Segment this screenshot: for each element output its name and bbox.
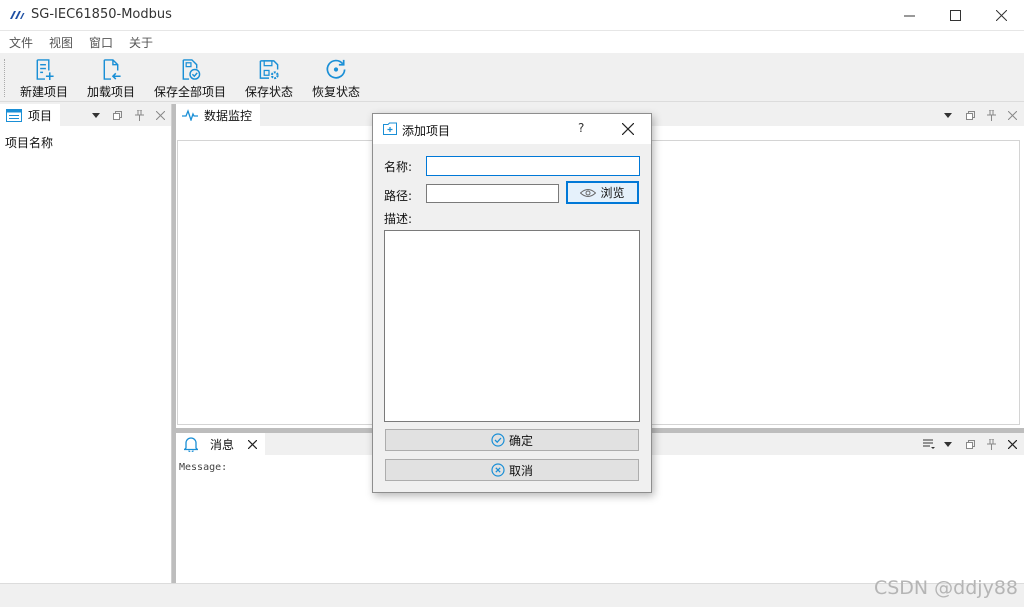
browse-button[interactable]: 浏览 (566, 181, 639, 204)
cancel-circle-icon (491, 463, 505, 477)
dialog-title: 添加项目 (402, 124, 451, 138)
cancel-button[interactable]: 取消 (385, 459, 639, 481)
name-field[interactable] (426, 156, 640, 176)
help-button[interactable]: ? (578, 121, 584, 135)
dialog-close-button[interactable] (619, 120, 637, 138)
restore-state-label: 恢复状态 (311, 85, 360, 99)
monitor-pane-close[interactable] (1004, 107, 1020, 123)
monitor-pane-float[interactable] (962, 107, 978, 123)
watermark: CSDN @ddjy88 (873, 577, 1018, 599)
save-state-icon (259, 60, 279, 80)
message-pane-pin[interactable] (983, 436, 999, 452)
title-bar: SG-IEC61850-Modbus (0, 0, 1024, 31)
close-icon (155, 110, 165, 120)
minimize-icon (903, 15, 915, 17)
path-field[interactable] (426, 184, 559, 203)
pin-icon (986, 109, 996, 121)
browse-label: 浏览 (600, 186, 625, 200)
status-bar (0, 583, 1024, 607)
save-all-label: 保存全部项目 (153, 85, 226, 99)
message-pane-float[interactable] (962, 436, 978, 452)
minimize-button[interactable] (886, 0, 932, 31)
ok-label: 确定 (508, 433, 533, 448)
project-pane: 项目 项目名称 (0, 104, 172, 583)
close-icon (1007, 110, 1017, 120)
name-label: 名称: (384, 160, 413, 174)
project-tab-icon (6, 109, 22, 122)
close-icon (622, 123, 634, 135)
project-pane-header: 项目 (0, 104, 171, 126)
path-label: 路径: (384, 189, 413, 203)
close-icon[interactable] (248, 439, 258, 449)
new-project-icon (36, 59, 54, 81)
project-tab-label: 项目 (28, 108, 53, 123)
chevron-down-icon (92, 112, 100, 118)
menu-window[interactable]: 窗口 (89, 34, 113, 51)
window-title: SG-IEC61850-Modbus (31, 7, 172, 22)
eye-icon (580, 188, 597, 197)
monitor-tab-label: 数据监控 (204, 108, 253, 123)
load-project-label: 加载项目 (86, 85, 135, 99)
dialog-title-bar: 添加项目 ? (373, 114, 651, 144)
cancel-label: 取消 (508, 463, 533, 478)
tab-project[interactable]: 项目 (0, 104, 61, 126)
pin-icon (134, 109, 144, 121)
message-pane-dropdown[interactable] (940, 436, 956, 452)
restore-icon (965, 110, 975, 120)
add-folder-icon (383, 122, 397, 135)
bell-icon (184, 436, 198, 452)
save-state-label: 保存状态 (244, 85, 293, 99)
toolbar: 新建项目 加载项目 保存全部项目 保存状态 恢复状态 (0, 53, 1024, 102)
chevron-down-icon (944, 441, 952, 447)
project-pane-float[interactable] (109, 107, 125, 123)
add-project-dialog: 添加项目 ? 名称: 路径: 浏览 描述: 确定 取消 (372, 113, 652, 493)
maximize-icon (949, 10, 961, 21)
close-window-button[interactable] (978, 0, 1024, 31)
messages-tab-label: 消息 (210, 437, 235, 452)
message-text: Message: (179, 462, 228, 473)
load-project-icon (103, 59, 121, 80)
description-field[interactable] (384, 230, 640, 422)
description-label: 描述: (384, 212, 413, 226)
tab-messages[interactable]: 消息 (176, 433, 266, 455)
menu-view[interactable]: 视图 (49, 34, 73, 51)
ok-button[interactable]: 确定 (385, 429, 639, 451)
message-pane-close[interactable] (1004, 436, 1020, 452)
tree-column-header: 项目名称 (5, 136, 54, 150)
close-icon (1007, 439, 1017, 449)
close-icon (995, 10, 1007, 21)
message-pane-menu[interactable] (921, 436, 937, 452)
new-project-label: 新建项目 (19, 85, 68, 99)
menu-about[interactable]: 关于 (129, 34, 153, 51)
menu-bar: 文件 视图 窗口 关于 (0, 31, 1024, 53)
new-project-button[interactable]: 新建项目 (19, 58, 69, 100)
maximize-button[interactable] (932, 0, 978, 31)
app-logo-icon (10, 11, 25, 19)
monitor-pane-pin[interactable] (983, 107, 999, 123)
list-menu-icon (923, 439, 935, 449)
pin-icon (986, 438, 996, 450)
toolbar-grip[interactable] (4, 59, 7, 97)
chevron-down-icon (944, 112, 952, 118)
save-all-icon (182, 59, 201, 80)
project-pane-close[interactable] (152, 107, 168, 123)
menu-file[interactable]: 文件 (9, 34, 33, 51)
save-state-button[interactable]: 保存状态 (244, 58, 294, 100)
monitor-pane-dropdown[interactable] (940, 107, 956, 123)
check-circle-icon (491, 433, 505, 447)
load-project-button[interactable]: 加载项目 (86, 58, 136, 100)
project-pane-pin[interactable] (131, 107, 147, 123)
restore-icon (112, 110, 122, 120)
pulse-icon (182, 109, 198, 121)
save-all-button[interactable]: 保存全部项目 (153, 58, 227, 100)
restore-state-button[interactable]: 恢复状态 (311, 58, 361, 100)
tab-data-monitor[interactable]: 数据监控 (176, 104, 261, 126)
restore-icon (965, 439, 975, 449)
project-pane-dropdown[interactable] (88, 107, 104, 123)
restore-state-icon (326, 59, 346, 79)
